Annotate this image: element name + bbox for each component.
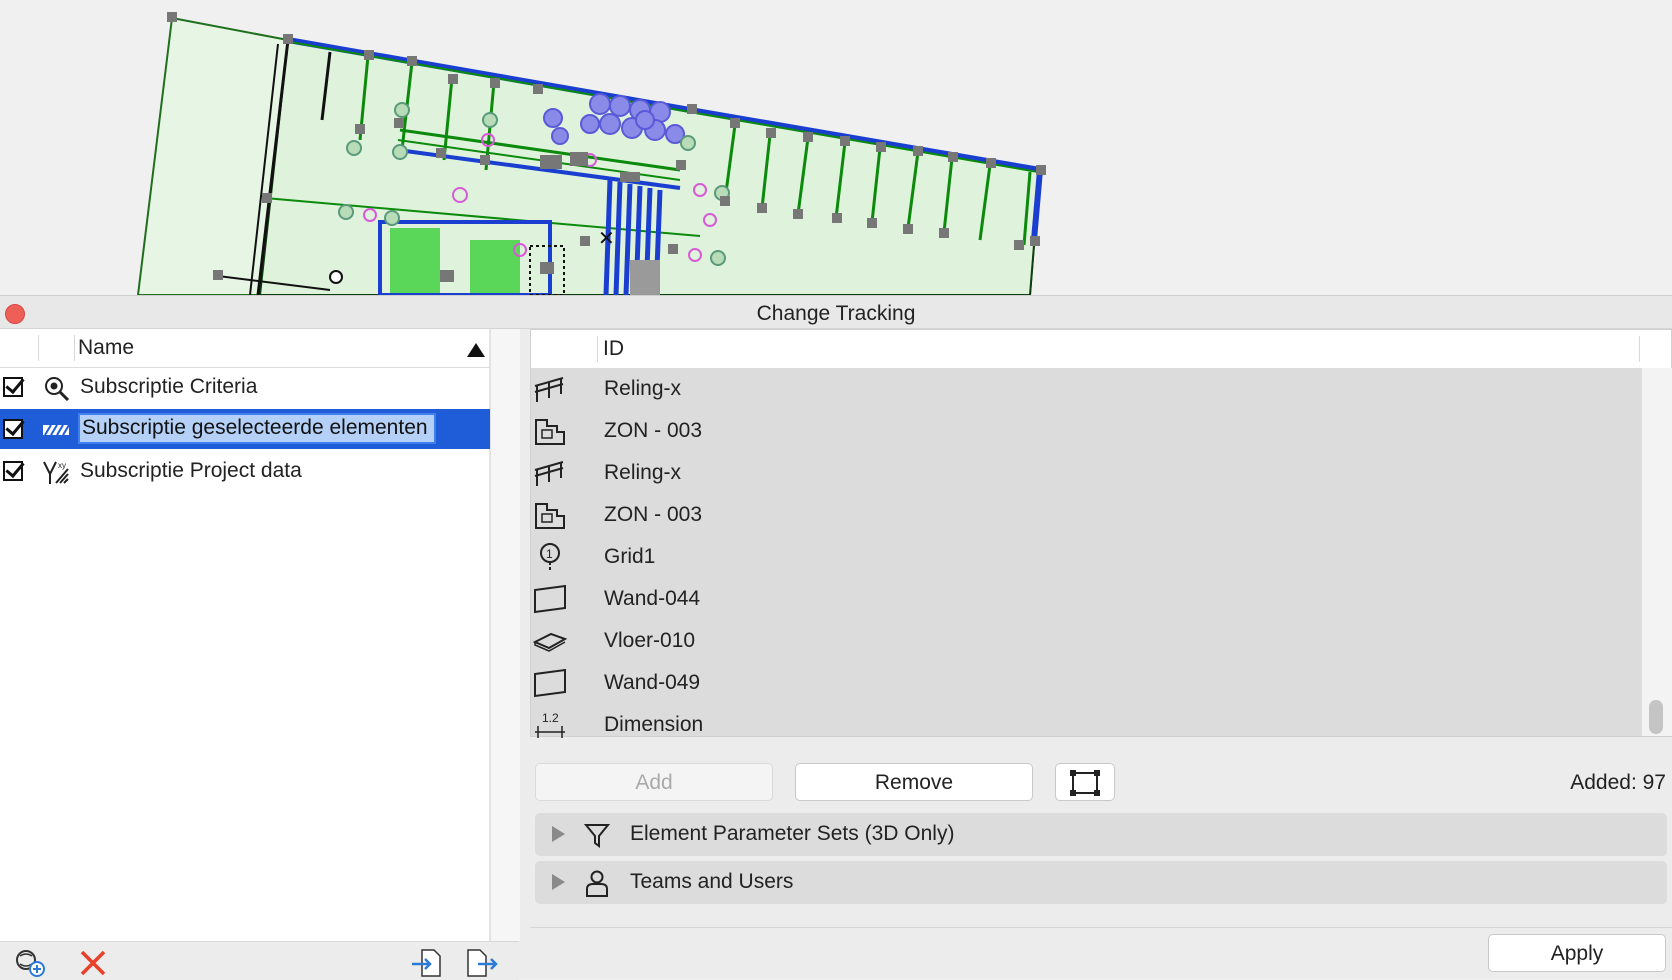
subscription-checkbox[interactable] [3, 461, 23, 481]
list-item[interactable]: 1 Grid1 [531, 536, 1641, 578]
svg-text:xy: xy [58, 461, 66, 470]
subscription-item-label[interactable]: Subscriptie geselecteerde elementen [78, 413, 436, 444]
subscription-list: Name Subscriptie Criteria Subscriptie ge… [0, 329, 520, 980]
list-item-label: ZON - 003 [604, 503, 703, 526]
section-label: Element Parameter Sets (3D Only) [630, 822, 955, 845]
subscription-toolbar [0, 941, 519, 980]
header-separator [74, 335, 75, 361]
list-item-label: Dimension [604, 713, 704, 736]
id-column-header[interactable]: ID [603, 337, 624, 361]
list-item[interactable]: Wand-044 [531, 578, 1641, 620]
list-item[interactable]: ZON - 003 [531, 494, 1641, 536]
apply-separator [530, 927, 1672, 928]
user-icon [586, 870, 608, 897]
tracked-elements-pane: ID Reling-x ZON - 003 Reling-x ZON - 003… [530, 329, 1672, 979]
svg-text:✕: ✕ [598, 228, 615, 250]
railing-icon [534, 461, 564, 486]
floor-plan-drawing[interactable]: ✕ [0, 0, 1672, 295]
grid-icon: 1 [540, 543, 560, 572]
list-item-label: Wand-049 [604, 671, 701, 694]
subscription-checkbox[interactable] [3, 419, 23, 439]
subscription-list-header: Name [0, 329, 490, 368]
list-item-label: ZON - 003 [604, 419, 703, 442]
header-separator [1639, 336, 1640, 362]
criteria-search-icon [45, 377, 70, 401]
header-separator [38, 335, 39, 361]
dimension-icon-text: 1.2 [542, 711, 559, 725]
section-label: Teams and Users [630, 870, 794, 893]
railing-icon [534, 377, 564, 402]
list-item[interactable]: Wand-049 [531, 662, 1641, 704]
list-item-label: Wand-044 [604, 587, 701, 610]
name-column-header[interactable]: Name [78, 336, 134, 360]
add-button[interactable]: Add [535, 763, 773, 801]
remove-button[interactable]: Remove [795, 763, 1033, 801]
dimension-icon: 1.2 [535, 711, 565, 738]
disclosure-triangle-icon[interactable] [552, 874, 565, 890]
filter-icon [583, 824, 611, 848]
sort-ascending-icon[interactable] [467, 343, 485, 357]
change-tracking-panel: Change Tracking Name Subscriptie Criteri… [0, 295, 1672, 980]
wall-icon [534, 668, 566, 698]
tracked-elements-header: ID [531, 330, 1671, 369]
list-item-label: Vloer-010 [604, 629, 696, 652]
section-element-parameter-sets[interactable]: Element Parameter Sets (3D Only) [535, 813, 1667, 856]
delete-icon[interactable] [78, 948, 110, 978]
added-count-label: Added: 97 [1570, 771, 1666, 794]
subscription-list-scrollbar[interactable] [490, 329, 520, 941]
header-separator [597, 336, 598, 362]
add-subscription-icon[interactable] [14, 948, 46, 978]
window-title: Change Tracking [756, 302, 916, 325]
list-item-label: Reling-x [604, 461, 682, 484]
subscription-item-label: Subscriptie Project data [80, 459, 302, 482]
export-icon[interactable] [466, 948, 498, 978]
disclosure-triangle-icon[interactable] [552, 826, 565, 842]
scrollbar-thumb[interactable] [1649, 700, 1663, 734]
slab-icon [533, 632, 567, 652]
subscription-item-project-data[interactable]: xy Subscriptie Project data [0, 451, 490, 491]
tracked-elements-scrollbar[interactable] [1641, 368, 1672, 736]
select-in-view-button[interactable] [1055, 763, 1115, 801]
list-item-label: Grid1 [604, 545, 656, 568]
zone-icon [535, 503, 565, 529]
floor-plan-view[interactable]: ✕ [0, 0, 1672, 295]
subscription-checkbox[interactable] [3, 377, 23, 397]
hatch-selection-icon [43, 424, 70, 436]
project-data-icon: xy [43, 461, 69, 484]
wall-icon [534, 584, 566, 614]
list-item[interactable]: Reling-x [531, 368, 1641, 410]
section-teams-and-users[interactable]: Teams and Users [535, 861, 1667, 904]
import-icon[interactable] [410, 948, 442, 978]
list-item[interactable]: 1.2 Dimension [531, 704, 1641, 746]
subscription-item-selected-elements[interactable]: Subscriptie geselecteerde elementen [0, 409, 490, 449]
subscription-item-label: Subscriptie Criteria [80, 375, 258, 398]
apply-button[interactable]: Apply [1488, 934, 1666, 972]
list-item-label: Reling-x [604, 377, 682, 400]
list-item[interactable]: ZON - 003 [531, 410, 1641, 452]
tracked-elements-list: ID Reling-x ZON - 003 Reling-x ZON - 003… [530, 329, 1672, 738]
marquee-select-icon [1070, 770, 1100, 796]
subscription-item-criteria[interactable]: Subscriptie Criteria [0, 367, 490, 407]
list-item[interactable]: Vloer-010 [531, 620, 1641, 662]
zone-icon [535, 419, 565, 445]
title-bar[interactable]: Change Tracking [0, 296, 1672, 329]
list-item[interactable]: Reling-x [531, 452, 1641, 494]
svg-text:1: 1 [546, 547, 553, 561]
